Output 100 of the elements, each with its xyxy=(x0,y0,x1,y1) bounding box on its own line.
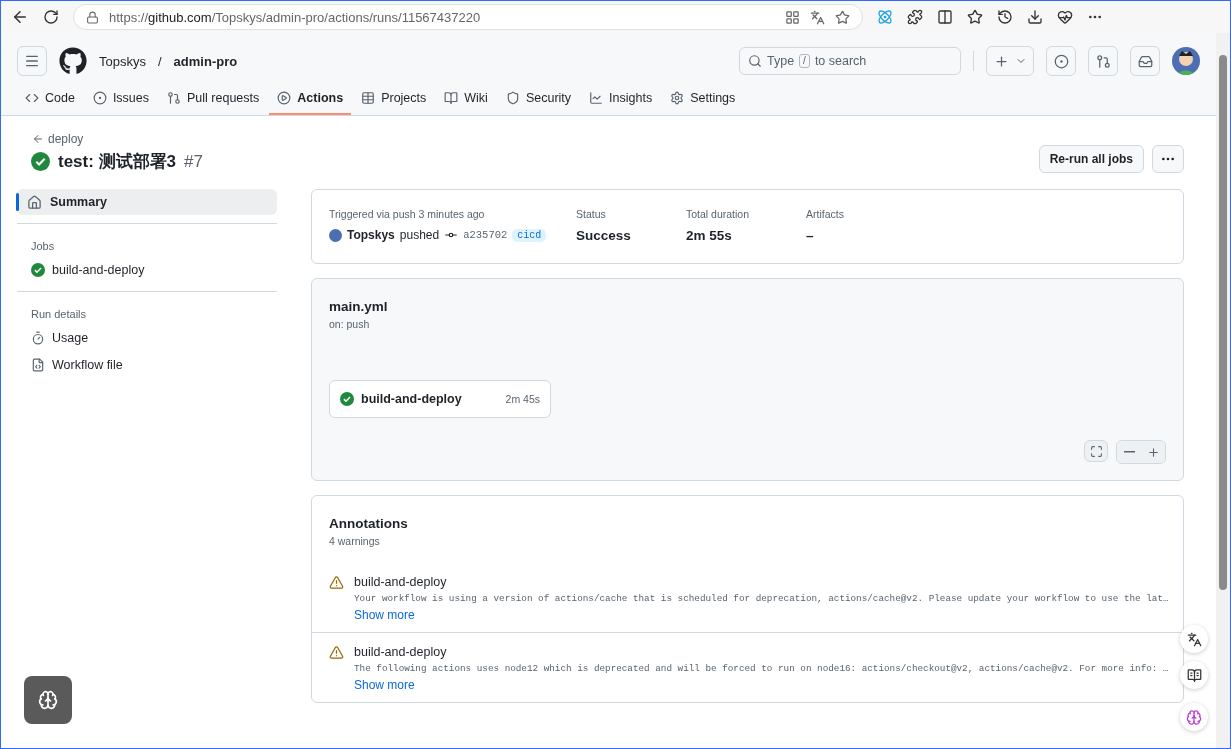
stat-value: – xyxy=(806,228,815,243)
avatar xyxy=(329,228,342,242)
section-title: Run details xyxy=(30,307,88,322)
annotation-job: build-and-deploy xyxy=(354,575,448,589)
extension-icon[interactable] xyxy=(877,9,893,25)
fullscreen-button[interactable] xyxy=(1084,440,1108,462)
play-icon xyxy=(277,91,292,105)
octocat-icon[interactable] xyxy=(59,47,87,75)
url-text: https://github.com/Topskys/admin-pro/actions/runs/11567437220 xyxy=(109,9,481,25)
stat-label: Total duration xyxy=(686,208,751,220)
stopwatch-icon xyxy=(31,330,45,345)
repo-tab[interactable]: Security xyxy=(497,85,580,115)
favorite-icon[interactable] xyxy=(835,9,850,25)
workflow-file-name: main.yml xyxy=(329,299,389,314)
pull-request-icon xyxy=(1095,53,1111,69)
rerun-button[interactable]: Re-run all jobs xyxy=(1038,145,1144,173)
shield-icon xyxy=(505,91,520,105)
plus-icon xyxy=(993,53,1009,69)
workflow-trigger: on: push xyxy=(329,318,370,330)
assistant-button[interactable] xyxy=(24,676,72,724)
sidebar-item[interactable]: build-and-deploy xyxy=(17,256,277,283)
repo-tab[interactable]: Pull requests xyxy=(159,85,268,115)
reload-icon[interactable] xyxy=(43,9,59,25)
fullscreen-icon xyxy=(1089,444,1103,458)
owner-link[interactable]: Topskys xyxy=(99,53,146,69)
repo-tab[interactable]: Insights xyxy=(581,85,661,115)
plus-icon xyxy=(1146,445,1160,459)
translate-icon[interactable] xyxy=(810,9,825,25)
stat-value: Success xyxy=(576,228,632,243)
inbox-button[interactable] xyxy=(1130,46,1160,76)
stat-label: Artifacts xyxy=(806,208,845,220)
pull-requests-button[interactable] xyxy=(1088,46,1118,76)
stat-value: 2m 55s xyxy=(686,228,733,243)
menu-button[interactable] xyxy=(17,46,47,76)
avatar[interactable] xyxy=(1172,47,1200,75)
repo-tab[interactable]: Code xyxy=(17,85,83,115)
show-more-link[interactable]: Show more xyxy=(354,608,1169,622)
download-icon[interactable] xyxy=(1027,9,1043,25)
job-node[interactable]: build-and-deploy 2m 45s xyxy=(329,380,551,418)
repo-tab[interactable]: Issues xyxy=(84,85,158,115)
brain-icon xyxy=(38,690,58,710)
history-icon[interactable] xyxy=(997,9,1013,25)
search-icon xyxy=(748,54,762,68)
book-icon xyxy=(444,91,459,105)
repo-tab[interactable]: Actions xyxy=(269,85,352,115)
repo-link[interactable]: admin-pro xyxy=(173,53,238,69)
action-text: pushed xyxy=(399,228,440,242)
pull-request-icon xyxy=(167,91,182,105)
warning-icon xyxy=(329,645,344,660)
stat-label: Status xyxy=(576,208,607,220)
search-field[interactable]: Type / to search xyxy=(739,47,961,75)
annotation-message: Your workflow is using a version of actions/cache that is scheduled for deprecation, actions/cache@v2. Please update your workflow to use the lat… xyxy=(354,593,1169,604)
back-icon[interactable] xyxy=(11,8,29,26)
minus-icon xyxy=(1123,451,1135,453)
code-file-icon xyxy=(31,357,45,372)
annotation-message: The following actions uses node12 which is deprecated and will be forced to run on node16: actions/checkout@v2, actions/cache@v2. For more info: … xyxy=(354,663,1169,674)
sidebar-item[interactable]: Usage xyxy=(17,324,277,351)
annotations-title: Annotations xyxy=(329,516,409,531)
brain-button[interactable] xyxy=(1180,703,1208,731)
warning-icon xyxy=(329,575,344,590)
zoom-out-button[interactable] xyxy=(1117,441,1141,463)
graph-icon xyxy=(589,91,604,105)
split-icon[interactable] xyxy=(937,9,953,25)
show-more-link[interactable]: Show more xyxy=(354,678,1169,692)
commit-sha[interactable]: a235702 xyxy=(463,229,508,241)
sidebar-item[interactable]: Workflow file xyxy=(17,351,277,378)
trigger-text: Triggered via push 3 minutes ago xyxy=(329,208,486,220)
breadcrumb-separator: / xyxy=(157,53,162,69)
issue-icon xyxy=(1053,53,1069,69)
warning-count: 4 warnings xyxy=(329,535,380,547)
run-number: #7 xyxy=(184,151,203,172)
issues-button[interactable] xyxy=(1046,46,1076,76)
actor-name: Topskys xyxy=(347,228,395,242)
home-icon xyxy=(27,194,42,210)
brain-icon xyxy=(1186,708,1202,726)
puzzle-icon[interactable] xyxy=(907,9,923,25)
repo-tab[interactable]: Settings xyxy=(662,85,744,115)
translate-icon xyxy=(1186,631,1202,647)
menu-icon xyxy=(24,53,40,69)
run-title: test: 测试部署3 xyxy=(58,151,177,173)
health-icon[interactable] xyxy=(1057,9,1073,25)
issue-icon xyxy=(92,91,107,105)
repo-tab[interactable]: Wiki xyxy=(436,85,496,115)
inbox-icon xyxy=(1137,53,1153,69)
translate-button[interactable] xyxy=(1180,625,1208,653)
reader-button[interactable] xyxy=(1180,661,1208,689)
apps-icon[interactable] xyxy=(785,9,800,25)
section-title: Jobs xyxy=(30,239,56,254)
arrow-left-icon xyxy=(32,133,44,145)
address-bar[interactable]: https://github.com/Topskys/admin-pro/actions/runs/11567437220 xyxy=(73,4,863,30)
annotation-job: build-and-deploy xyxy=(354,645,448,659)
settings-icon xyxy=(670,91,685,105)
scrollbar[interactable] xyxy=(1216,33,1230,748)
branch-tag[interactable]: cicd xyxy=(512,228,547,242)
favorites-icon[interactable] xyxy=(967,9,983,25)
back-link[interactable]: deploy xyxy=(32,132,1039,146)
summary-item[interactable]: Summary xyxy=(17,189,277,215)
table-icon xyxy=(361,91,376,105)
repo-tab[interactable]: Projects xyxy=(353,85,435,115)
zoom-in-button[interactable] xyxy=(1141,441,1165,463)
